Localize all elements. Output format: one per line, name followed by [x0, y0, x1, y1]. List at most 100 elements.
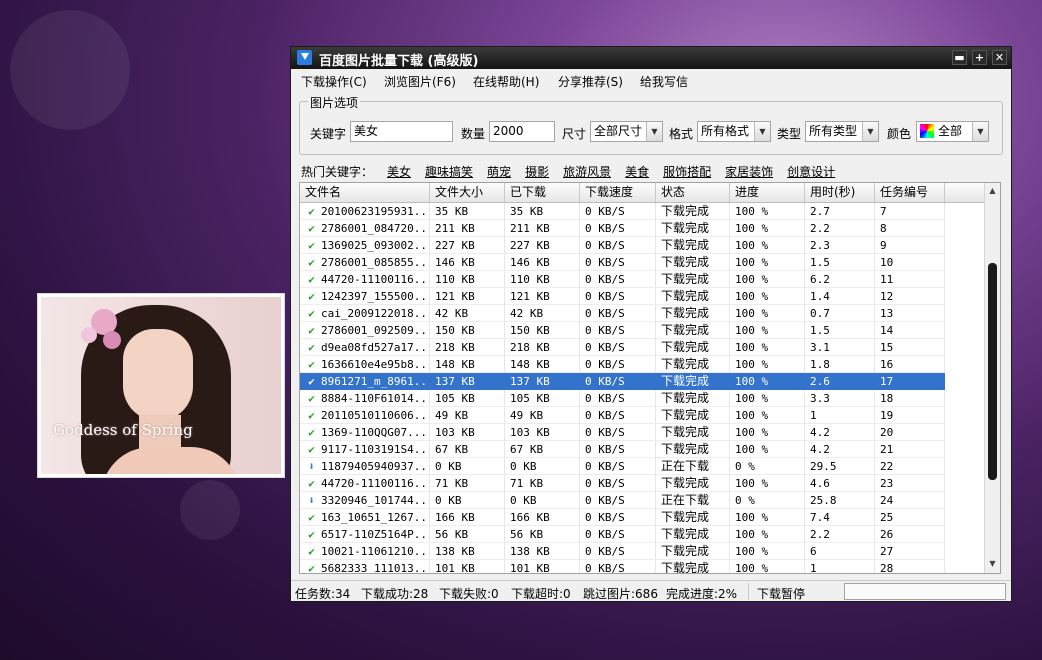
table-row[interactable]: ✔ 1369025_093002... 227 KB 227 KB 0 KB/S 下载完成…: [300, 237, 1000, 254]
hot-keyword-link[interactable]: 萌宠: [487, 165, 511, 179]
format-select[interactable]: 所有格式 ▼: [697, 121, 771, 142]
table-row[interactable]: ✔ 1242397_155500... 121 KB 121 KB 0 KB/S 下载完成…: [300, 288, 1000, 305]
column-header-speed[interactable]: 下载速度: [580, 183, 656, 202]
size-select-value: 全部尺寸: [594, 124, 643, 138]
count-input[interactable]: 2000: [489, 121, 555, 142]
filename-text: 20100623195931...: [321, 205, 430, 218]
status-skipped: 跳过图片:686: [583, 587, 658, 601]
check-icon: ✔: [308, 545, 315, 558]
cell-progress: 100 %: [730, 407, 805, 424]
column-header-filename[interactable]: 文件名: [300, 183, 430, 202]
hot-keywords-label: 热门关键字：: [301, 165, 374, 179]
vertical-scrollbar[interactable]: ▲ ▼: [984, 183, 1000, 573]
table-row[interactable]: ✔ 9117-1103191S4... 67 KB 67 KB 0 KB/S 下载完成 10…: [300, 441, 1000, 458]
cell-progress: 0 %: [730, 492, 805, 509]
cell-status: 下载完成: [656, 373, 730, 390]
hot-keyword-link[interactable]: 家居装饰: [725, 165, 773, 179]
hot-keyword-link[interactable]: 创意设计: [787, 165, 835, 179]
cell-downloaded: 227 KB: [505, 237, 580, 254]
menu-browse[interactable]: 浏览图片(F6): [384, 73, 456, 90]
column-header-time[interactable]: 用时(秒): [805, 183, 875, 202]
menu-bar: 下载操作(C) 浏览图片(F6) 在线帮助(H) 分享推荐(S) 给我写信: [291, 69, 1011, 91]
table-row[interactable]: ✔ 8961271_m_8961... 137 KB 137 KB 0 KB/S 下载完成…: [300, 373, 1000, 390]
table-row[interactable]: ✔ 8884-110F61014... 105 KB 105 KB 0 KB/S 下载完成…: [300, 390, 1000, 407]
hot-keyword-link[interactable]: 旅游风景: [563, 165, 611, 179]
table-row[interactable]: ✔ cai_2009122018... 42 KB 42 KB 0 KB/S 下载完成 10…: [300, 305, 1000, 322]
table-row[interactable]: ✔ 44720-11100116... 71 KB 71 KB 0 KB/S 下载完成 10…: [300, 475, 1000, 492]
filename-text: 1636610e4e95b8...: [321, 358, 430, 371]
hot-keyword-link[interactable]: 摄影: [525, 165, 549, 179]
cell-filename: ✔ 9117-1103191S4...: [300, 441, 430, 458]
minimize-button[interactable]: ▬: [952, 50, 967, 65]
table-row[interactable]: ✔ 2786001_084720... 211 KB 211 KB 0 KB/S 下载完成…: [300, 220, 1000, 237]
column-header-progress[interactable]: 进度: [730, 183, 805, 202]
close-button[interactable]: ✕: [992, 50, 1007, 65]
table-row[interactable]: ⬇ 3320946_101744... 0 KB 0 KB 0 KB/S 正在下载 0 % 2…: [300, 492, 1000, 509]
maximize-button[interactable]: +: [972, 50, 987, 65]
cell-status: 下载完成: [656, 441, 730, 458]
cell-speed: 0 KB/S: [580, 373, 656, 390]
column-header-downloaded[interactable]: 已下载: [505, 183, 580, 202]
table-row[interactable]: ✔ 44720-11100116... 110 KB 110 KB 0 KB/S 下载完成…: [300, 271, 1000, 288]
keyword-input[interactable]: 美女: [350, 121, 453, 142]
table-row[interactable]: ✔ 163_10651_1267... 166 KB 166 KB 0 KB/S 下载完成…: [300, 509, 1000, 526]
cell-downloaded: 150 KB: [505, 322, 580, 339]
column-header-task-id[interactable]: 任务编号: [875, 183, 945, 202]
size-select[interactable]: 全部尺寸 ▼: [590, 121, 663, 142]
table-row[interactable]: ✔ 6517-110Z5164P... 56 KB 56 KB 0 KB/S 下载完成 10…: [300, 526, 1000, 543]
hot-keyword-link[interactable]: 美食: [625, 165, 649, 179]
cell-filename: ✔ 44720-11100116...: [300, 271, 430, 288]
cell-status: 下载完成: [656, 220, 730, 237]
cell-task-id: 22: [875, 458, 945, 475]
check-icon: ✔: [308, 290, 315, 303]
hot-keyword-link[interactable]: 趣味搞笑: [425, 165, 473, 179]
column-header-status[interactable]: 状态: [656, 183, 730, 202]
menu-write[interactable]: 给我写信: [640, 73, 688, 90]
cell-time: 3.1: [805, 339, 875, 356]
table-row[interactable]: ✔ 1369-110QQG07... 103 KB 103 KB 0 KB/S 下载完成 1…: [300, 424, 1000, 441]
cell-downloaded: 121 KB: [505, 288, 580, 305]
filename-text: 1242397_155500...: [321, 290, 430, 303]
table-row[interactable]: ✔ 20100623195931... 35 KB 35 KB 0 KB/S 下载完成 10…: [300, 203, 1000, 220]
cell-status: 下载完成: [656, 543, 730, 560]
cell-task-id: 14: [875, 322, 945, 339]
cell-status: 下载完成: [656, 509, 730, 526]
filename-text: 20110510110606...: [321, 409, 430, 422]
table-row[interactable]: ✔ 2786001_092509... 150 KB 150 KB 0 KB/S 下载完成…: [300, 322, 1000, 339]
keyword-label: 关键字: [310, 127, 347, 141]
cell-progress: 100 %: [730, 560, 805, 573]
cell-progress: 100 %: [730, 509, 805, 526]
cell-time: 7.4: [805, 509, 875, 526]
table-row[interactable]: ✔ 5682333_111013... 101 KB 101 KB 0 KB/S 下载完成…: [300, 560, 1000, 573]
cell-status: 下载完成: [656, 288, 730, 305]
menu-help[interactable]: 在线帮助(H): [473, 73, 539, 90]
hot-keyword-link[interactable]: 美女: [387, 165, 411, 179]
menu-download[interactable]: 下载操作(C): [301, 73, 367, 90]
cell-progress: 100 %: [730, 356, 805, 373]
scroll-up-icon[interactable]: ▲: [986, 184, 999, 198]
table-row[interactable]: ✔ 10021-11061210... 138 KB 138 KB 0 KB/S 下载完成…: [300, 543, 1000, 560]
cell-status: 下载完成: [656, 356, 730, 373]
cell-filename: ✔ 1242397_155500...: [300, 288, 430, 305]
filename-text: 1369-110QQG07...: [321, 426, 427, 439]
hot-keyword-link[interactable]: 服饰搭配: [663, 165, 711, 179]
filename-text: 6517-110Z5164P...: [321, 528, 430, 541]
cell-filename: ✔ 163_10651_1267...: [300, 509, 430, 526]
color-select[interactable]: 全部 ▼: [916, 121, 989, 142]
table-row[interactable]: ✔ 1636610e4e95b8... 148 KB 148 KB 0 KB/S 下载完成…: [300, 356, 1000, 373]
cell-filename: ✔ cai_2009122018...: [300, 305, 430, 322]
scrollbar-thumb[interactable]: [988, 263, 997, 480]
table-row[interactable]: ✔ 2786001_085855... 146 KB 146 KB 0 KB/S 下载完成…: [300, 254, 1000, 271]
cell-filesize: 218 KB: [430, 339, 505, 356]
cell-progress: 100 %: [730, 390, 805, 407]
scroll-down-icon[interactable]: ▼: [986, 557, 999, 571]
column-header-filesize[interactable]: 文件大小: [430, 183, 505, 202]
table-row[interactable]: ✔ 20110510110606... 49 KB 49 KB 0 KB/S 下载完成 10…: [300, 407, 1000, 424]
table-row[interactable]: ✔ d9ea08fd527a17... 218 KB 218 KB 0 KB/S 下载完成…: [300, 339, 1000, 356]
cell-progress: 100 %: [730, 475, 805, 492]
menu-share[interactable]: 分享推荐(S): [558, 73, 623, 90]
type-select[interactable]: 所有类型 ▼: [805, 121, 879, 142]
cell-task-id: 18: [875, 390, 945, 407]
table-row[interactable]: ⬇ 11879405940937... 0 KB 0 KB 0 KB/S 正在下载 0 % 2…: [300, 458, 1000, 475]
cell-filename: ✔ 8884-110F61014...: [300, 390, 430, 407]
